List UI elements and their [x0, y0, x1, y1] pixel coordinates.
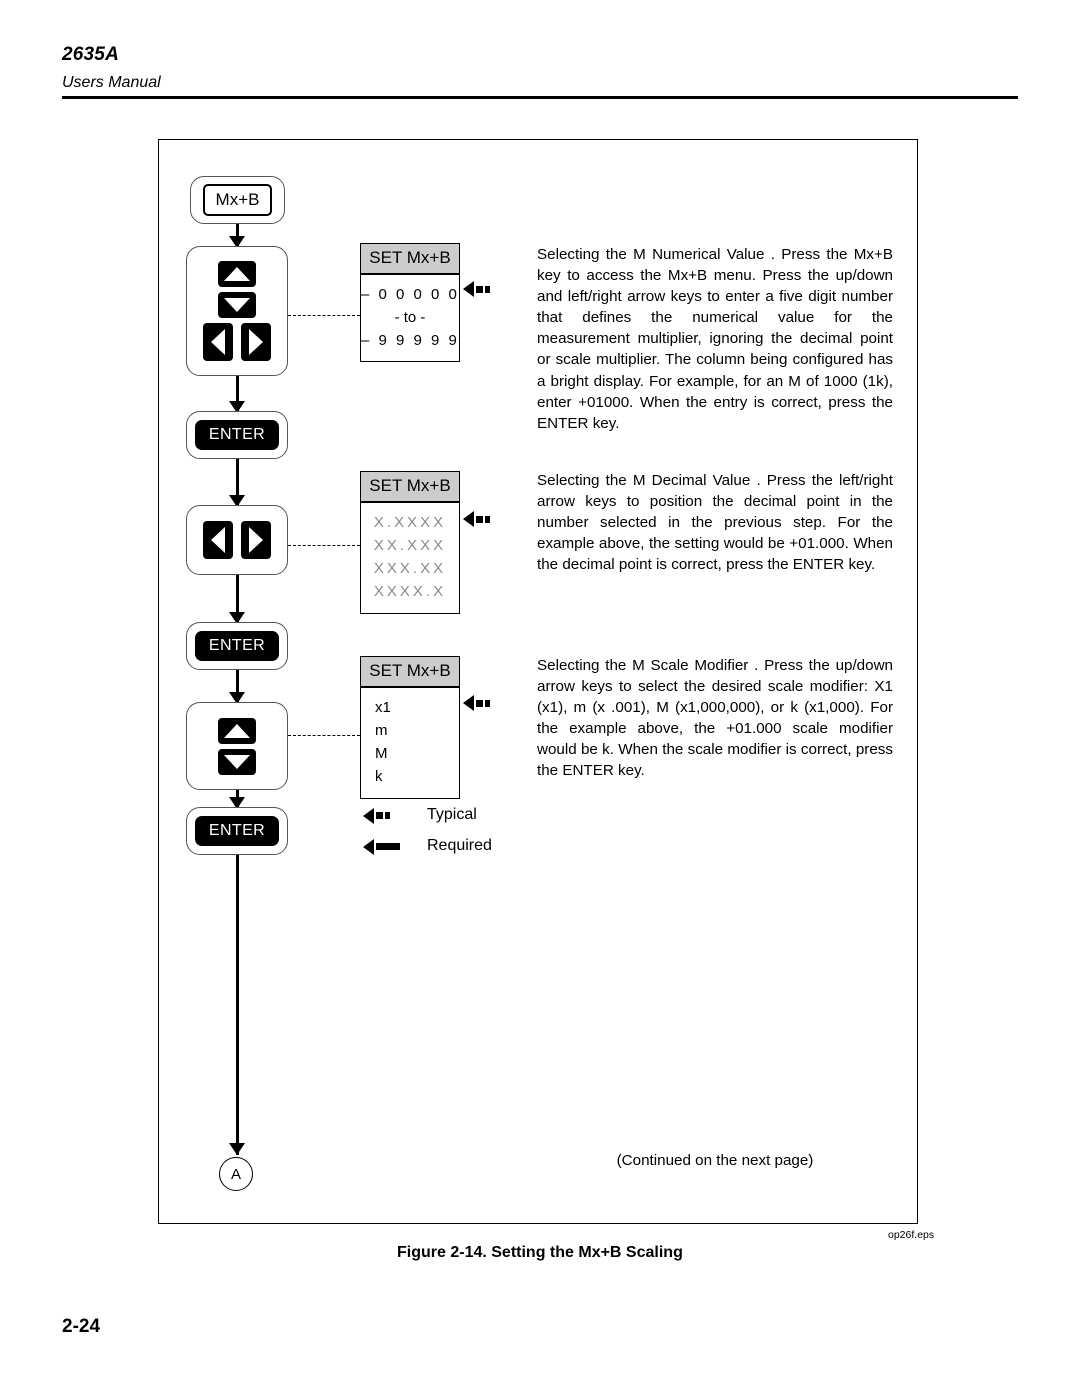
- typical-arrow-decimal: [463, 511, 490, 527]
- display-body-numerical: – 0 0 0 0 0 - to - – 9 9 9 9 9: [360, 273, 460, 363]
- key-shell-enter-1[interactable]: ENTER: [186, 411, 288, 459]
- key-mxb[interactable]: Mx+B: [202, 184, 273, 216]
- paragraph-scale-modifier: Selecting the M Scale Modifier . Press t…: [537, 657, 893, 780]
- key-enter-1[interactable]: ENTER: [194, 420, 280, 450]
- document-subtitle: Users Manual: [62, 73, 161, 91]
- display-body-decimal: X.XXXX XX.XXX XXX.XX XXXX.X: [360, 501, 460, 614]
- flow-connector-arrowhead-7: [229, 1143, 245, 1155]
- arrow-left-icon: [211, 527, 225, 553]
- display-line-modifier-2: m: [375, 721, 388, 739]
- display-panel-numerical: SET Mx+B – 0 0 0 0 0 - to - – 9 9 9 9 9: [360, 243, 460, 363]
- key-arrow-up-2[interactable]: [218, 717, 256, 744]
- key-enter-2[interactable]: ENTER: [194, 631, 280, 661]
- continued-note: (Continued on the next page): [616, 1152, 814, 1169]
- arrow-dash-segment: [485, 699, 490, 707]
- arrow-dash-segment: [485, 285, 490, 293]
- legend-required-arrow-icon: [363, 838, 421, 855]
- arrow-dash-segment: [485, 515, 490, 523]
- paragraph-numerical-value: Selecting the M Numerical Value . Press …: [537, 246, 893, 432]
- arrow-dash-segment: [476, 285, 483, 293]
- arrow-left-icon: [463, 695, 474, 711]
- figure-caption: Figure 2-14. Setting the Mx+B Scaling: [397, 1244, 683, 1261]
- display-line-decimal-2: XX.XXX: [373, 536, 447, 554]
- leader-line-decimal: [288, 545, 360, 546]
- arrow-pad-horizontal-row: [203, 323, 271, 361]
- flow-connector-line-7: [236, 855, 239, 1155]
- arrow-pad-all: [203, 261, 271, 361]
- display-line-to: - to -: [394, 308, 426, 326]
- key-shell-enter-2[interactable]: ENTER: [186, 622, 288, 670]
- arrow-right-icon: [249, 329, 263, 355]
- display-panel-modifier: SET Mx+B x1 m M k: [360, 656, 460, 799]
- legend-typical-arrow-icon: [363, 807, 421, 824]
- arrow-pad-ud: [218, 717, 256, 775]
- display-panel-decimal: SET Mx+B X.XXXX XX.XXX XXX.XX XXXX.X: [360, 471, 460, 614]
- arrow-left-icon: [211, 329, 225, 355]
- display-line-modifier-4: k: [375, 768, 383, 786]
- display-line-decimal-4: XXXX.X: [373, 583, 447, 601]
- flow-connector-a: A: [219, 1157, 253, 1191]
- display-body-modifier: x1 m M k: [360, 686, 460, 799]
- document-model-title: 2635A: [62, 44, 119, 65]
- display-title-decimal: SET Mx+B: [360, 471, 460, 502]
- typical-arrow-numerical: [463, 281, 490, 297]
- arrow-left-icon: [463, 511, 474, 527]
- key-arrow-down[interactable]: [218, 292, 256, 318]
- display-line-min: – 0 0 0 0 0: [361, 285, 460, 303]
- key-shell-arrow-pad-lr[interactable]: [186, 505, 288, 575]
- legend-row-typical: Typical: [363, 800, 492, 831]
- page-header: 2635A Users Manual: [62, 44, 1018, 92]
- display-line-modifier-1: x1: [375, 698, 391, 716]
- arrow-dash-segment: [476, 699, 483, 707]
- typical-arrow-modifier: [463, 695, 490, 711]
- arrow-dash-segment: [385, 812, 390, 819]
- legend-row-required: Required: [363, 831, 492, 862]
- display-line-decimal-3: XXX.XX: [373, 560, 447, 578]
- header-divider: [62, 96, 1018, 99]
- arrow-right-icon: [249, 527, 263, 553]
- figure-legend: Typical Required: [363, 800, 492, 862]
- arrow-up-icon: [224, 723, 250, 738]
- key-shell-enter-3[interactable]: ENTER: [186, 807, 288, 855]
- display-title-numerical: SET Mx+B: [360, 243, 460, 274]
- display-title-modifier: SET Mx+B: [360, 656, 460, 687]
- arrow-down-icon: [224, 298, 250, 312]
- display-line-max: – 9 9 9 9 9: [361, 332, 460, 350]
- arrow-up-icon: [224, 267, 250, 281]
- key-arrow-right-2[interactable]: [241, 521, 271, 559]
- arrow-solid-segment: [376, 843, 400, 850]
- key-arrow-left-2[interactable]: [203, 521, 233, 559]
- key-arrow-down-2[interactable]: [218, 748, 256, 775]
- arrow-left-icon: [363, 838, 374, 855]
- arrow-down-icon: [224, 754, 250, 769]
- key-arrow-left[interactable]: [203, 323, 233, 361]
- key-enter-3[interactable]: ENTER: [194, 816, 280, 846]
- display-line-decimal-1: X.XXXX: [373, 513, 447, 531]
- key-arrow-right[interactable]: [241, 323, 271, 361]
- arrow-left-icon: [463, 281, 474, 297]
- eps-filename-reference: op26f.eps: [888, 1229, 935, 1241]
- key-arrow-up[interactable]: [218, 261, 256, 287]
- arrow-pad-lr: [203, 521, 271, 559]
- arrow-dash-segment: [476, 515, 483, 523]
- leader-line-modifier: [288, 735, 360, 736]
- legend-label-required: Required: [427, 837, 492, 855]
- display-line-modifier-3: M: [375, 745, 388, 763]
- key-shell-arrow-pad-ud[interactable]: [186, 702, 288, 790]
- key-shell-arrow-pad-all[interactable]: [186, 246, 288, 376]
- arrow-left-icon: [363, 807, 374, 824]
- page-number: 2-24: [62, 1316, 101, 1337]
- leader-line-numerical: [288, 315, 360, 316]
- key-shell-mxb[interactable]: Mx+B: [190, 176, 285, 224]
- legend-label-typical: Typical: [427, 806, 477, 824]
- paragraph-decimal-value: Selecting the M Decimal Value . Press th…: [537, 472, 893, 574]
- arrow-dash-segment: [376, 812, 383, 819]
